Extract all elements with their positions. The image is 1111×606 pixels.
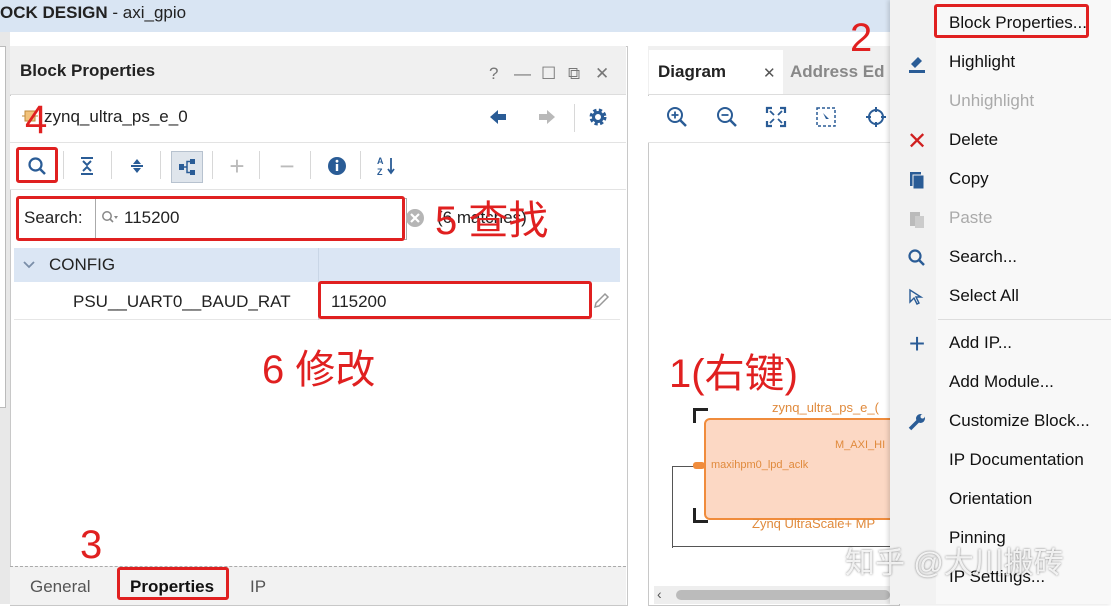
menu-item-paste[interactable]: Paste	[949, 208, 992, 228]
menu-item-unhighlight[interactable]: Unhighlight	[949, 91, 1034, 111]
menu-item-orientation[interactable]: Orientation	[949, 489, 1032, 509]
svg-text:A: A	[377, 156, 384, 166]
panel-title: Block Properties	[20, 61, 156, 80]
menu-item-delete[interactable]: Delete	[949, 130, 998, 150]
divider	[574, 104, 575, 132]
info-icon	[328, 157, 346, 175]
tab-general[interactable]: General	[30, 577, 90, 597]
menu-separator	[938, 319, 1111, 320]
close-tab-icon[interactable]: ✕	[763, 64, 776, 82]
add-icon: +	[908, 328, 926, 359]
select-all-icon	[904, 284, 930, 310]
annotation-step-1: 1(右键)	[669, 352, 798, 396]
menu-item-customize-block[interactable]: Customize Block...	[949, 411, 1090, 431]
tab-address-editor[interactable]: Address Ed	[790, 62, 884, 82]
annotation-step-2: 2	[850, 16, 873, 60]
zoom-in-icon[interactable]	[666, 106, 688, 128]
close-panel-button[interactable]: ✕	[595, 64, 609, 84]
divider	[310, 151, 311, 179]
divider	[360, 151, 361, 179]
plus-icon: +	[229, 150, 245, 181]
gear-icon[interactable]	[587, 106, 609, 128]
scrollbar-thumb[interactable]	[676, 590, 890, 600]
block-instance-name: zynq_ultra_ps_e_(	[772, 400, 879, 415]
group-by-category-button[interactable]	[171, 151, 203, 183]
bottom-tab-bar	[10, 566, 626, 605]
highlight-box-properties-tab	[117, 567, 229, 600]
wrench-icon	[904, 409, 930, 435]
paste-icon	[904, 206, 930, 232]
config-group-label: CONFIG	[49, 255, 116, 274]
add-property-button[interactable]: +	[222, 151, 252, 181]
window-title: OCK DESIGN - axi_gpio	[0, 3, 187, 22]
crosshair-icon[interactable]	[865, 106, 887, 128]
pencil-icon[interactable]	[592, 292, 610, 310]
port-label: M_AXI_HI	[835, 439, 886, 451]
menu-item-add-ip[interactable]: Add IP...	[949, 333, 1012, 353]
menu-item-select-all[interactable]: Select All	[949, 286, 1019, 306]
highlight-box-search-field	[16, 196, 405, 241]
property-name: PSU__UART0__BAUD_RAT	[73, 292, 291, 311]
highlight-box-block-properties	[934, 4, 1089, 38]
annotation-step-3: 3	[80, 523, 103, 567]
help-button[interactable]: ?	[489, 64, 498, 84]
menu-item-add-module[interactable]: Add Module...	[949, 372, 1054, 392]
menu-item-search[interactable]: Search...	[949, 247, 1017, 267]
watermark: 知乎 @大川搬砖	[845, 547, 1064, 580]
divider	[259, 151, 260, 179]
collapse-all-icon	[81, 157, 93, 175]
tree-icon	[179, 159, 195, 175]
zoom-out-icon[interactable]	[716, 106, 738, 128]
minus-icon: −	[279, 150, 295, 181]
zoom-fit-icon[interactable]	[765, 106, 787, 128]
divider	[160, 151, 161, 179]
clear-search-icon[interactable]	[404, 207, 426, 229]
menu-item-highlight[interactable]: Highlight	[949, 52, 1015, 72]
block-type-label: Zynq UltraScale+ MP	[752, 516, 876, 531]
forward-arrow-icon[interactable]	[536, 106, 558, 128]
chevron-down-icon[interactable]	[22, 258, 36, 272]
properties-toolbar	[10, 143, 626, 190]
highlight-box-property-value	[318, 281, 592, 319]
expand-all-icon	[131, 159, 143, 173]
search-icon	[904, 245, 930, 271]
back-arrow-icon[interactable]	[487, 106, 509, 128]
divider	[63, 151, 64, 179]
clock-port[interactable]	[693, 462, 705, 469]
tab-ip[interactable]: IP	[250, 577, 266, 597]
sort-button[interactable]: AZ	[372, 151, 402, 181]
scroll-left-icon[interactable]: ‹	[657, 586, 662, 602]
maximize-button[interactable]: ☐	[541, 64, 556, 84]
sort-az-icon: AZ	[377, 156, 395, 177]
divider	[212, 151, 213, 179]
annotation-step-4: 4	[25, 98, 48, 142]
remove-property-button[interactable]: −	[272, 151, 302, 181]
menu-item-ip-documentation[interactable]: IP Documentation	[949, 450, 1084, 470]
highlight-box-search-toggle	[16, 147, 58, 183]
divider	[111, 151, 112, 179]
annotation-step-6: 6 修改	[262, 348, 376, 392]
left-dock-gap	[0, 32, 10, 604]
copy-icon	[904, 167, 930, 193]
wire	[672, 466, 673, 548]
block-name: zynq_ultra_ps_e_0	[44, 107, 188, 126]
svg-text:Z: Z	[377, 167, 383, 177]
tab-diagram[interactable]: Diagram	[658, 62, 726, 82]
port-label: maxihpm0_lpd_aclk	[711, 459, 809, 471]
delete-icon: ✕	[906, 127, 928, 155]
expand-all-button[interactable]	[122, 151, 152, 181]
collapsed-panel-edge[interactable]	[0, 46, 6, 408]
menu-item-copy[interactable]: Copy	[949, 169, 989, 189]
info-button[interactable]	[322, 151, 352, 181]
zoom-area-icon[interactable]	[815, 106, 837, 128]
float-button[interactable]: ⧉	[568, 64, 580, 84]
annotation-step-5: 5 查找	[435, 199, 549, 243]
highlight-icon	[904, 50, 930, 76]
collapse-all-button[interactable]	[72, 151, 102, 181]
minimize-button[interactable]: —	[514, 64, 531, 84]
